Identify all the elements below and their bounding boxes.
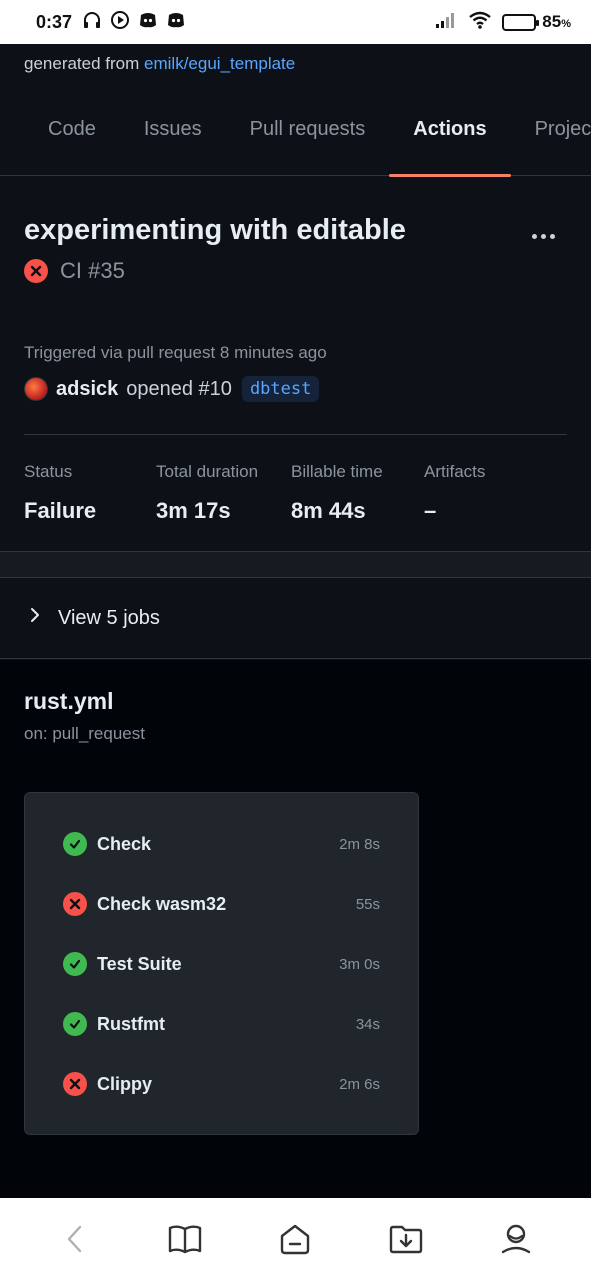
stat-billable: Billable time 8m 44s <box>291 462 383 524</box>
job-duration: 3m 0s <box>339 955 380 973</box>
profile-icon[interactable] <box>494 1217 538 1261</box>
battery-unit: % <box>561 18 571 30</box>
tab-pull-requests[interactable]: Pull requests <box>226 108 390 176</box>
generated-from-text: generated from <box>24 54 140 73</box>
status-time: 0:37 <box>36 11 73 32</box>
repo-tabs: Code Issues Pull requests Actions Projec… <box>0 108 591 177</box>
tab-actions[interactable]: Actions <box>389 108 511 177</box>
more-options-button[interactable] <box>526 222 560 250</box>
view-jobs-label: View 5 jobs <box>58 606 160 629</box>
check-circle-icon <box>63 1012 87 1036</box>
tab-issues[interactable]: Issues <box>120 108 226 176</box>
job-row[interactable]: Check 2m 8s <box>25 814 418 874</box>
kebab-dot <box>531 233 537 239</box>
x-circle-icon <box>63 892 87 916</box>
stat-label: Status <box>24 462 73 481</box>
x-circle-icon <box>63 1072 87 1096</box>
stat-value: – <box>424 498 437 523</box>
discord-icon <box>166 10 186 35</box>
stat-duration: Total duration 3m 17s <box>156 462 258 524</box>
run-stats: Status Failure Total duration 3m 17s Bil… <box>24 462 567 532</box>
tab-projects[interactable]: Projects <box>511 108 591 176</box>
bottom-navigation <box>0 1198 591 1280</box>
pr-action-text[interactable]: opened #10 <box>126 378 232 401</box>
job-duration: 2m 8s <box>339 835 380 853</box>
battery-percent: 85 <box>542 12 562 31</box>
trigger-text: Triggered via pull request 8 minutes ago <box>24 343 327 362</box>
job-duration: 2m 6s <box>339 1075 380 1093</box>
job-name: Clippy <box>97 1073 153 1094</box>
media-icon <box>110 10 130 35</box>
stat-value: 3m 17s <box>156 498 231 523</box>
stat-value: 8m 44s <box>291 498 366 523</box>
back-icon[interactable] <box>53 1217 97 1261</box>
pr-opened-line: adsick opened #10 dbtest <box>24 376 320 402</box>
workflow-run-line: CI #35 <box>24 258 125 284</box>
stat-artifacts: Artifacts – <box>424 462 485 524</box>
status-bar: 0:37 85% <box>0 0 591 44</box>
book-icon[interactable] <box>163 1217 207 1261</box>
stat-status: Status Failure <box>24 462 96 524</box>
tab-code[interactable]: Code <box>24 108 120 176</box>
view-jobs-toggle[interactable]: View 5 jobs <box>0 578 591 659</box>
jobs-card: Check 2m 8s Check wasm32 55s Test Suite … <box>24 792 419 1135</box>
job-row[interactable]: Clippy 2m 6s <box>25 1054 418 1114</box>
avatar[interactable] <box>24 377 48 401</box>
job-name: Check <box>97 833 152 854</box>
job-name: Check wasm32 <box>97 893 227 914</box>
download-icon[interactable] <box>384 1217 428 1261</box>
headphones-icon <box>82 10 102 35</box>
check-circle-icon <box>63 952 87 976</box>
stat-label: Total duration <box>156 462 259 481</box>
battery-icon <box>502 13 540 31</box>
job-row[interactable]: Test Suite 3m 0s <box>25 934 418 994</box>
job-row[interactable]: Check wasm32 55s <box>25 874 418 934</box>
battery-indicator: 85% <box>502 12 571 32</box>
workflow-section: rust.yml on: pull_request Check 2m 8s Ch… <box>0 660 591 1198</box>
discord-icon <box>138 10 158 35</box>
stat-label: Artifacts <box>424 462 486 481</box>
user-link[interactable]: adsick <box>56 378 118 401</box>
stat-label: Billable time <box>291 462 383 481</box>
branch-badge[interactable]: dbtest <box>241 376 320 402</box>
job-row[interactable]: Rustfmt 34s <box>25 994 418 1054</box>
signal-icon <box>434 11 458 34</box>
divider <box>24 434 567 435</box>
job-duration: 34s <box>355 1015 380 1033</box>
check-circle-icon <box>63 832 87 856</box>
workflow-file-name: rust.yml <box>24 688 114 714</box>
job-name: Test Suite <box>97 953 182 974</box>
wifi-icon <box>468 10 492 35</box>
stat-value: Failure <box>24 498 97 523</box>
x-circle-icon <box>24 259 48 283</box>
kebab-dot <box>549 233 555 239</box>
section-separator <box>0 551 591 578</box>
kebab-dot <box>540 233 546 239</box>
template-repo-link[interactable]: emilk/egui_template <box>144 54 295 73</box>
workflow-trigger: on: pull_request <box>24 724 145 743</box>
job-duration: 55s <box>355 895 380 913</box>
home-icon[interactable] <box>273 1217 317 1261</box>
repo-generated-from: generated from emilk/egui_template <box>24 54 295 74</box>
job-name: Rustfmt <box>97 1013 165 1034</box>
chevron-right-icon <box>28 606 42 630</box>
workflow-run-number: CI #35 <box>60 258 125 283</box>
run-title: experimenting with editable <box>24 214 406 246</box>
